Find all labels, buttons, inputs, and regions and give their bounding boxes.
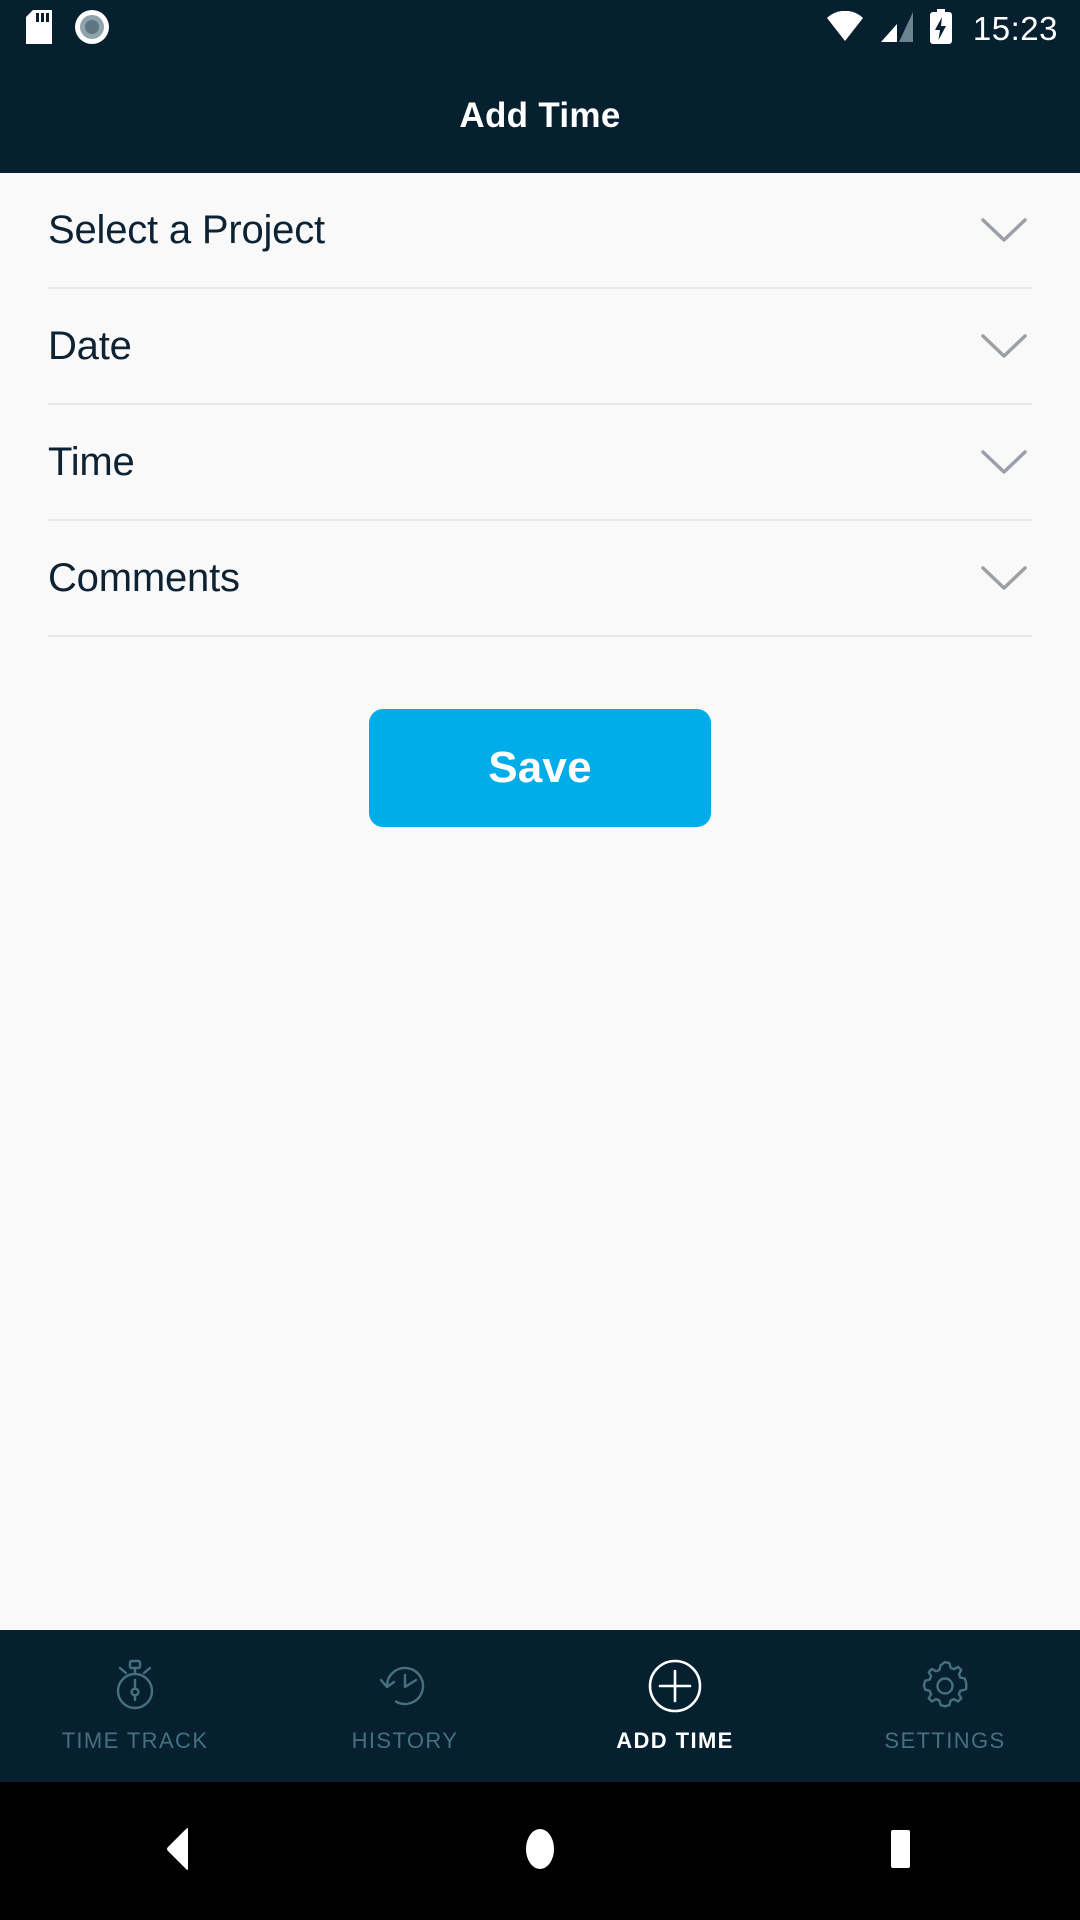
- form-row-select-a-project[interactable]: Select a Project: [48, 173, 1032, 289]
- form-row-label: Date: [48, 323, 132, 368]
- plus-circle-icon: [647, 1658, 703, 1714]
- form-row-comments[interactable]: Comments: [48, 521, 1032, 637]
- tab-label: HISTORY: [351, 1728, 459, 1753]
- stopwatch-icon: [109, 1658, 161, 1714]
- status-bar-clock: 15:23: [972, 10, 1058, 47]
- phone-screen: 15:23 Add Time Select a Project Date Tim…: [0, 0, 1080, 1920]
- android-home-button[interactable]: [460, 1782, 620, 1920]
- form-row-time[interactable]: Time: [48, 405, 1032, 521]
- chevron-down-icon[interactable]: [976, 202, 1032, 258]
- status-bar: 15:23: [0, 0, 1080, 58]
- history-clock-icon: [377, 1658, 433, 1714]
- form-row-label: Select a Project: [48, 207, 325, 252]
- page-title: Add Time: [459, 95, 621, 135]
- screen-record-icon: [74, 9, 110, 50]
- save-button[interactable]: Save: [369, 709, 711, 827]
- wifi-icon: [825, 10, 865, 48]
- tab-time-track[interactable]: TIME TRACK: [0, 1630, 270, 1782]
- tab-settings[interactable]: SETTINGS: [810, 1630, 1080, 1782]
- recents-icon: [878, 1825, 922, 1878]
- battery-charging-icon: [929, 8, 953, 50]
- cellular-signal-icon: [879, 11, 915, 48]
- sd-card-icon: [26, 9, 52, 49]
- status-bar-left-icons: [26, 9, 110, 50]
- chevron-down-icon[interactable]: [976, 550, 1032, 606]
- tab-history[interactable]: HISTORY: [270, 1630, 540, 1782]
- form-row-date[interactable]: Date: [48, 289, 1032, 405]
- form-row-label: Comments: [48, 555, 240, 600]
- gear-icon: [917, 1658, 973, 1714]
- app-header: Add Time: [0, 58, 1080, 173]
- android-recents-button[interactable]: [820, 1782, 980, 1920]
- bottom-tab-bar: TIME TRACK HISTORY ADD TIME SETTINGS: [0, 1630, 1080, 1782]
- tab-label: SETTINGS: [884, 1728, 1006, 1753]
- tab-label: TIME TRACK: [61, 1728, 209, 1753]
- tab-add-time[interactable]: ADD TIME: [540, 1630, 810, 1782]
- android-navigation-bar: [0, 1782, 1080, 1920]
- status-bar-right-icons: 15:23: [825, 8, 1058, 50]
- tab-label: ADD TIME: [616, 1728, 734, 1753]
- chevron-down-icon[interactable]: [976, 434, 1032, 490]
- back-icon: [158, 1825, 202, 1878]
- form-content: Select a Project Date Time Comments Save: [0, 173, 1080, 1630]
- save-button-container: Save: [48, 709, 1032, 827]
- home-icon: [518, 1823, 562, 1880]
- form-row-label: Time: [48, 439, 135, 484]
- chevron-down-icon[interactable]: [976, 318, 1032, 374]
- android-back-button[interactable]: [100, 1782, 260, 1920]
